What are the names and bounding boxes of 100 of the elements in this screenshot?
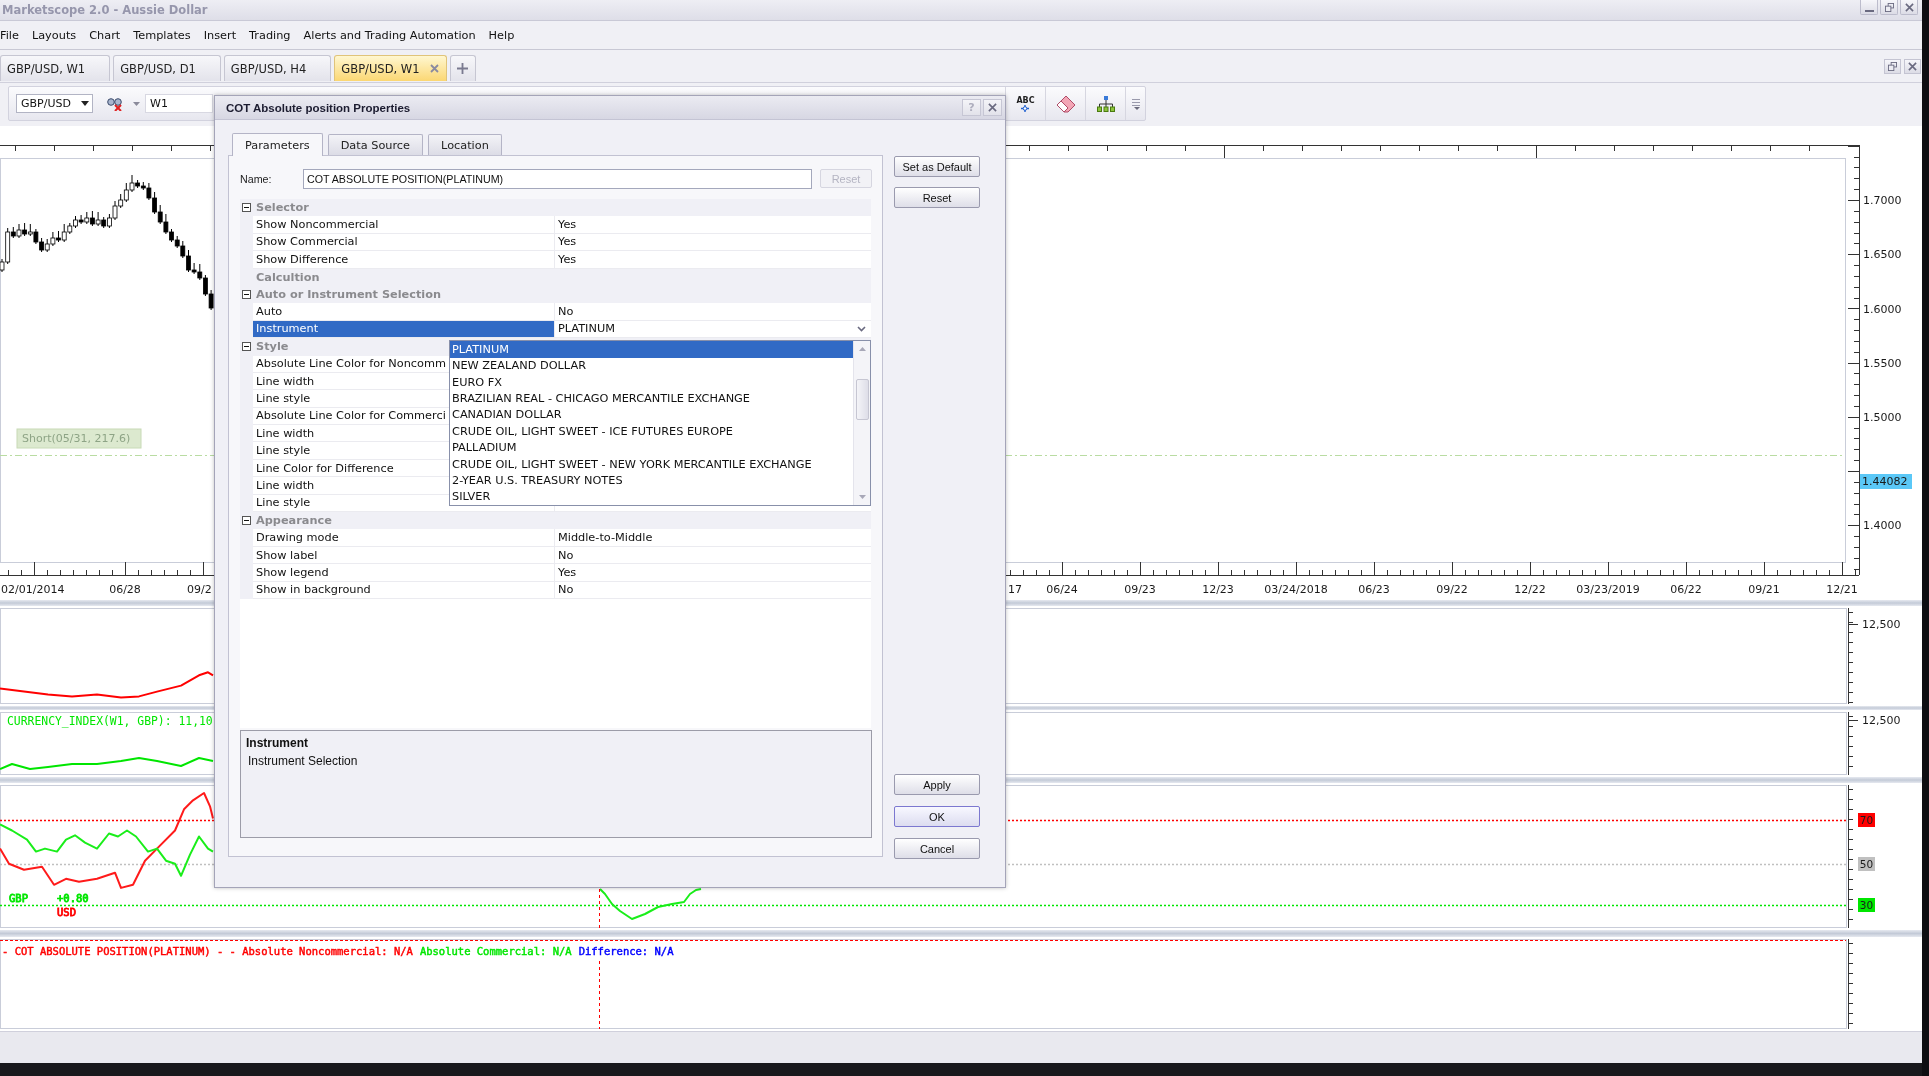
order-label: Short(05/31, 217.6) — [16, 428, 142, 449]
level-badge: 70 — [1858, 813, 1875, 827]
name-field[interactable]: COT ABSOLUTE POSITION(PLATINUM) — [303, 168, 812, 189]
minimize-button[interactable] — [1860, 0, 1878, 15]
date-label: 09/21 — [1748, 582, 1780, 596]
hierarchy-icon[interactable] — [1096, 95, 1115, 112]
dropdown-option[interactable]: 2-YEAR U.S. TREASURY NOTES — [450, 472, 853, 489]
property-name[interactable]: Line Color for Difference — [256, 461, 394, 475]
menu-item[interactable]: Help — [488, 28, 515, 42]
dialog-button[interactable]: Cancel — [894, 838, 980, 859]
dialog-button[interactable]: Apply — [894, 774, 980, 795]
property-value: No — [558, 583, 574, 597]
close-icon — [988, 103, 997, 112]
scrollbar-thumb[interactable] — [855, 379, 869, 421]
new-tab-button[interactable] — [449, 55, 476, 81]
collapse-icon[interactable] — [242, 516, 251, 526]
dropdown-option[interactable]: EURO FX — [450, 373, 853, 391]
crosshair-icon — [1021, 104, 1030, 112]
property-name[interactable]: Absolute Line Color for Commerci — [256, 409, 446, 423]
description-text: Instrument Selection — [247, 754, 358, 768]
side-button[interactable]: Reset — [894, 187, 980, 208]
property-name[interactable]: Line style — [256, 444, 311, 458]
property-name[interactable]: Show label — [256, 548, 318, 562]
property-name[interactable]: Line width — [256, 426, 315, 440]
date-label: 03/23/2019 — [1576, 582, 1640, 596]
menu-item[interactable]: File — [0, 28, 19, 42]
date-label: 12/23 — [1202, 582, 1234, 596]
dropdown-option[interactable]: BRAZILIAN REAL - CHICAGO MERCANTILE EXCHANGE — [450, 390, 853, 407]
menu-item[interactable]: Alerts and Trading Automation — [303, 28, 476, 42]
restore-button[interactable] — [1880, 0, 1898, 15]
tab[interactable]: Parameters — [232, 133, 323, 156]
tab[interactable]: GBP/USD, D1 — [113, 55, 221, 81]
eraser-icon[interactable] — [1055, 94, 1076, 113]
tag-label: +0.80 — [57, 892, 89, 904]
close-button[interactable] — [983, 99, 1002, 116]
field-label: Name: — [240, 172, 273, 185]
property-name[interactable]: Absolute Line Color for Noncomm — [256, 357, 446, 371]
price-label: 1.4000 — [1863, 518, 1902, 532]
chevron-down-icon[interactable] — [857, 325, 866, 332]
tab[interactable]: Data Source — [327, 134, 424, 155]
symbol-dropdown[interactable]: GBP/USD — [16, 94, 93, 113]
text-tool-button[interactable]: ABC — [1016, 95, 1035, 112]
date-label: 12/22 — [1514, 582, 1546, 596]
dropdown-option[interactable]: PALLADIUM — [450, 439, 853, 456]
dropdown-option[interactable]: CRUDE OIL, LIGHT SWEET - ICE FUTURES EUROPE — [450, 423, 853, 440]
menu-item[interactable]: Insert — [203, 28, 237, 42]
axis-label: 12,500 — [1862, 617, 1901, 631]
dropdown-option[interactable]: CRUDE OIL, LIGHT SWEET - NEW YORK MERCANTILE EXCHANGE — [450, 455, 853, 473]
collapse-icon[interactable] — [242, 290, 251, 300]
price-label: 1.6000 — [1863, 302, 1902, 316]
legend-text: Difference: N/A — [578, 945, 674, 957]
collapse-icon[interactable] — [242, 203, 251, 213]
property-name[interactable]: Line style — [256, 392, 311, 405]
dropdown-option[interactable]: NEW ZEALAND DOLLAR — [450, 357, 853, 374]
caret-icon[interactable] — [133, 101, 140, 106]
category-label: Style — [256, 340, 289, 354]
close-icon[interactable] — [429, 64, 439, 73]
price-label: 1.6500 — [1863, 248, 1902, 261]
window-title: Marketscope 2.0 - Aussie Dollar — [2, 3, 208, 17]
menu-item[interactable]: Templates — [133, 28, 191, 42]
collapse-icon[interactable] — [242, 342, 251, 352]
date-label: 06/23 — [1358, 582, 1390, 596]
property-name[interactable]: Line width — [256, 374, 315, 388]
property-value: Yes — [558, 218, 577, 232]
menu-item[interactable]: Layouts — [31, 28, 77, 42]
property-name[interactable]: Line style — [256, 496, 311, 510]
dialog-button[interactable]: OK — [894, 806, 980, 827]
close-icon — [1904, 2, 1914, 12]
date-label: 09/22 — [1436, 582, 1468, 596]
property-name[interactable]: Line width — [256, 478, 315, 492]
overflow-icon[interactable] — [1130, 97, 1141, 110]
menu-item[interactable]: Chart — [89, 28, 121, 42]
close-button[interactable] — [1904, 59, 1921, 74]
category-label: Selector — [256, 201, 309, 215]
date-label: 09/23 — [1124, 582, 1156, 596]
timeframe-field[interactable]: W1 — [145, 94, 213, 113]
dropdown-option[interactable]: CANADIAN DOLLAR — [450, 406, 853, 424]
tab[interactable]: GBP/USD, W1 — [334, 55, 447, 81]
property-name[interactable]: Auto — [256, 305, 283, 319]
menu-item[interactable]: Trading — [249, 28, 291, 42]
restore-button[interactable] — [1884, 59, 1901, 74]
tab[interactable]: GBP/USD, H4 — [223, 55, 332, 81]
legend-text: - COT ABSOLUTE POSITION(PLATINUM) - - Absolute Noncommercial: N/A — [2, 945, 413, 957]
tab[interactable]: GBP/USD, W1 — [0, 55, 111, 81]
legend-text: CURRENCY_INDEX(W1, GBP): 11,10 — [7, 714, 213, 728]
property-value: No — [558, 305, 574, 319]
description-title: Instrument — [246, 736, 308, 750]
dropdown-option[interactable]: PLATINUM — [450, 341, 853, 358]
restore-icon — [1884, 2, 1894, 12]
price-label: 1.7000 — [1863, 193, 1902, 207]
dropdown-option[interactable]: SILVER — [450, 488, 853, 506]
current-price-label: 1.44082 — [1860, 474, 1912, 489]
side-button[interactable]: Set as Default — [894, 156, 980, 177]
tab[interactable]: Location — [428, 134, 502, 155]
glasses-icon[interactable] — [107, 96, 123, 111]
close-button[interactable] — [1900, 0, 1918, 15]
crosshair-line — [599, 888, 600, 929]
property-name[interactable]: Show legend — [256, 565, 329, 579]
close-icon — [1908, 62, 1917, 71]
property-name[interactable]: Instrument — [256, 322, 319, 336]
